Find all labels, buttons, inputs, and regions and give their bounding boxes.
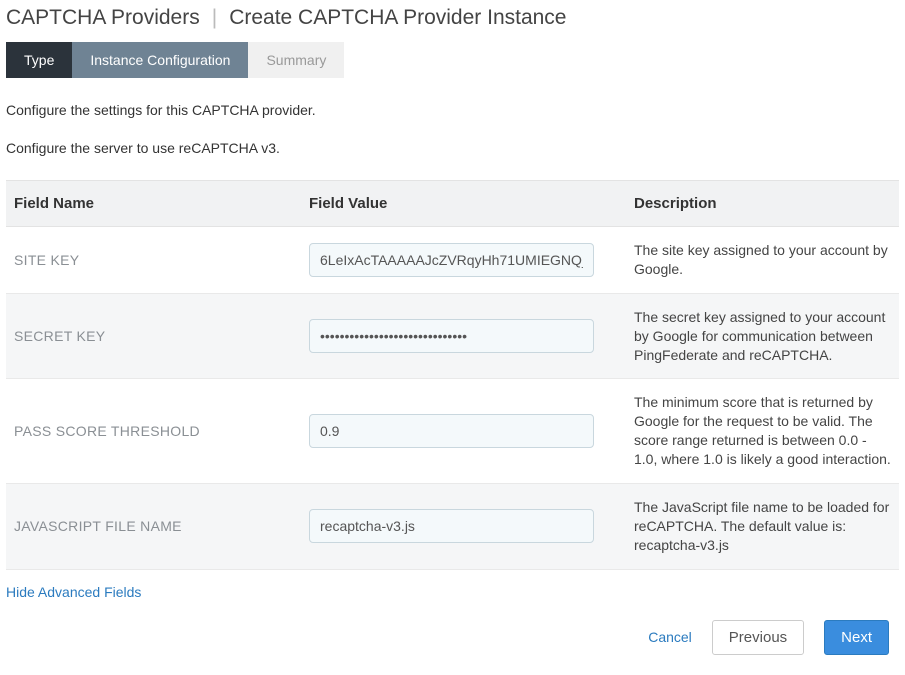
hide-advanced-fields-link[interactable]: Hide Advanced Fields — [6, 584, 141, 600]
previous-button[interactable]: Previous — [712, 620, 804, 655]
field-desc-site-key: The site key assigned to your account by… — [626, 227, 899, 294]
wizard-footer: Cancel Previous Next — [6, 620, 899, 655]
header-divider: | — [212, 6, 217, 30]
fields-table: Field Name Field Value Description SITE … — [6, 180, 899, 570]
field-desc-secret-key: The secret key assigned to your account … — [626, 293, 899, 379]
breadcrumb[interactable]: CAPTCHA Providers — [6, 6, 200, 30]
field-name-secret-key: SECRET KEY — [6, 293, 301, 379]
intro-text: Configure the settings for this CAPTCHA … — [6, 102, 899, 156]
col-description: Description — [626, 181, 899, 227]
col-field-name: Field Name — [6, 181, 301, 227]
field-desc-js-file: The JavaScript file name to be loaded fo… — [626, 484, 899, 570]
secret-key-input[interactable] — [309, 319, 594, 353]
page-header: CAPTCHA Providers | Create CAPTCHA Provi… — [6, 6, 899, 30]
site-key-input[interactable] — [309, 243, 594, 277]
table-row: JAVASCRIPT FILE NAME The JavaScript file… — [6, 484, 899, 570]
page-title: Create CAPTCHA Provider Instance — [229, 6, 566, 30]
intro-line-1: Configure the settings for this CAPTCHA … — [6, 102, 899, 118]
table-row: SECRET KEY The secret key assigned to yo… — [6, 293, 899, 379]
table-row: PASS SCORE THRESHOLD The minimum score t… — [6, 379, 899, 484]
intro-line-2: Configure the server to use reCAPTCHA v3… — [6, 140, 899, 156]
tab-summary[interactable]: Summary — [248, 42, 344, 78]
col-field-value: Field Value — [301, 181, 626, 227]
tabs: Type Instance Configuration Summary — [6, 42, 899, 78]
field-desc-pass-score: The minimum score that is returned by Go… — [626, 379, 899, 484]
field-name-js-file: JAVASCRIPT FILE NAME — [6, 484, 301, 570]
pass-score-threshold-input[interactable] — [309, 414, 594, 448]
cancel-link[interactable]: Cancel — [648, 629, 692, 645]
tab-type[interactable]: Type — [6, 42, 72, 78]
table-row: SITE KEY The site key assigned to your a… — [6, 227, 899, 294]
field-name-pass-score: PASS SCORE THRESHOLD — [6, 379, 301, 484]
field-name-site-key: SITE KEY — [6, 227, 301, 294]
next-button[interactable]: Next — [824, 620, 889, 655]
javascript-file-name-input[interactable] — [309, 509, 594, 543]
tab-instance-configuration[interactable]: Instance Configuration — [72, 42, 248, 78]
